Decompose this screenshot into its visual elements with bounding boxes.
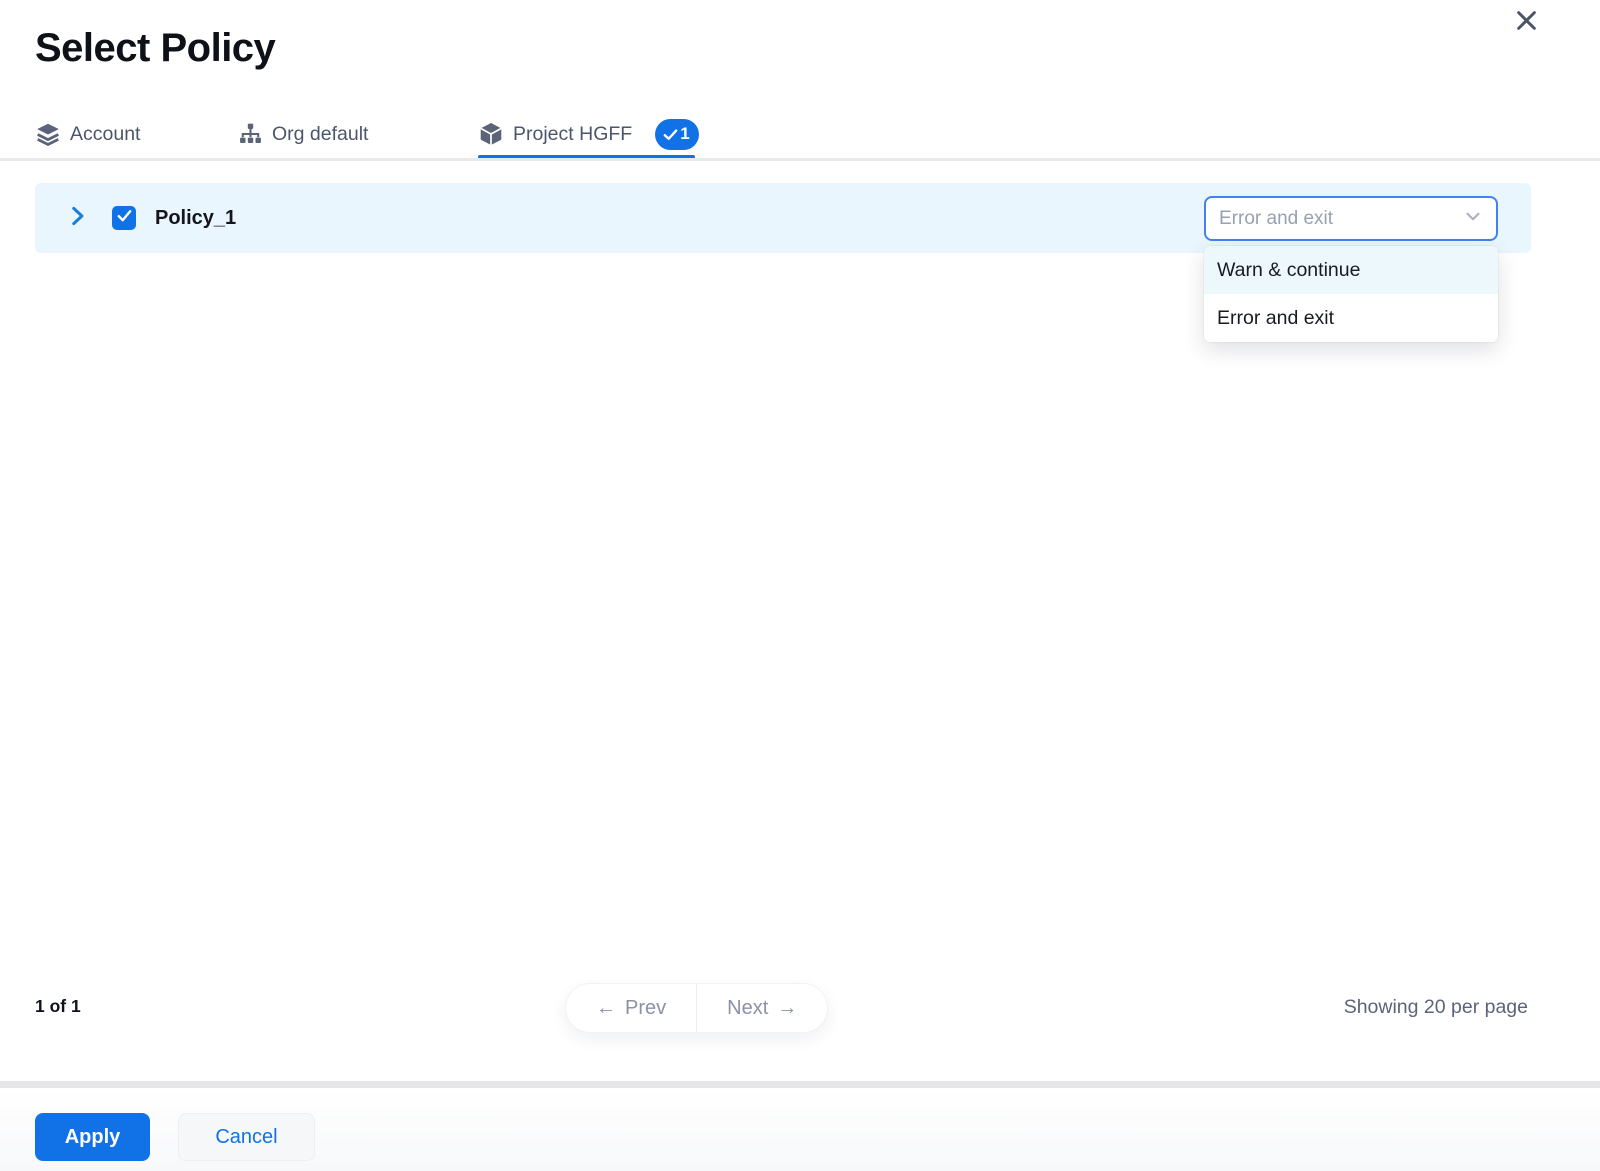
check-icon	[116, 207, 133, 229]
cube-icon	[478, 121, 504, 147]
page-status: 1 of 1	[35, 996, 81, 1017]
arrow-left-icon: ←	[596, 997, 616, 1020]
policy-name: Policy_1	[155, 183, 236, 253]
next-label: Next	[727, 997, 768, 1020]
tab-org-default[interactable]: Org default	[238, 114, 368, 154]
footer: Apply Cancel	[0, 1088, 1600, 1171]
tab-project-hgff[interactable]: Project HGFF 1	[478, 114, 699, 154]
arrow-right-icon: →	[777, 997, 797, 1020]
select-value: Error and exit	[1219, 208, 1333, 230]
pager: ← Prev Next →	[565, 983, 828, 1033]
next-button[interactable]: Next →	[696, 984, 827, 1032]
chevron-down-icon	[1462, 205, 1484, 232]
dropdown-option-error-exit[interactable]: Error and exit	[1204, 294, 1498, 342]
chevron-right-icon	[64, 203, 90, 234]
tab-label: Org default	[272, 123, 368, 146]
dropdown-option-warn-continue[interactable]: Warn & continue	[1204, 246, 1498, 294]
apply-button[interactable]: Apply	[35, 1113, 150, 1161]
page-title: Select Policy	[35, 26, 275, 71]
selected-count-badge: 1	[655, 119, 698, 150]
org-chart-icon	[238, 122, 263, 147]
footer-divider	[0, 1081, 1600, 1088]
tab-label: Account	[70, 123, 140, 146]
policy-checkbox[interactable]	[112, 206, 136, 230]
expand-row-button[interactable]	[63, 204, 91, 232]
layers-icon	[35, 121, 61, 147]
check-icon	[662, 126, 679, 143]
per-page-status: Showing 20 per page	[1344, 996, 1528, 1019]
close-button[interactable]	[1510, 7, 1542, 39]
select-policy-modal: Select Policy Account	[0, 0, 1600, 1171]
prev-label: Prev	[625, 997, 666, 1020]
action-dropdown-menu: Warn & continue Error and exit	[1204, 246, 1498, 342]
close-icon	[1513, 7, 1540, 39]
badge-count: 1	[680, 124, 689, 144]
prev-button[interactable]: ← Prev	[566, 984, 696, 1032]
tab-account[interactable]: Account	[35, 114, 140, 154]
action-select[interactable]: Error and exit	[1204, 196, 1498, 241]
cancel-button[interactable]: Cancel	[178, 1113, 315, 1161]
tab-label: Project HGFF	[513, 123, 632, 146]
tabbar-divider	[0, 158, 1600, 161]
